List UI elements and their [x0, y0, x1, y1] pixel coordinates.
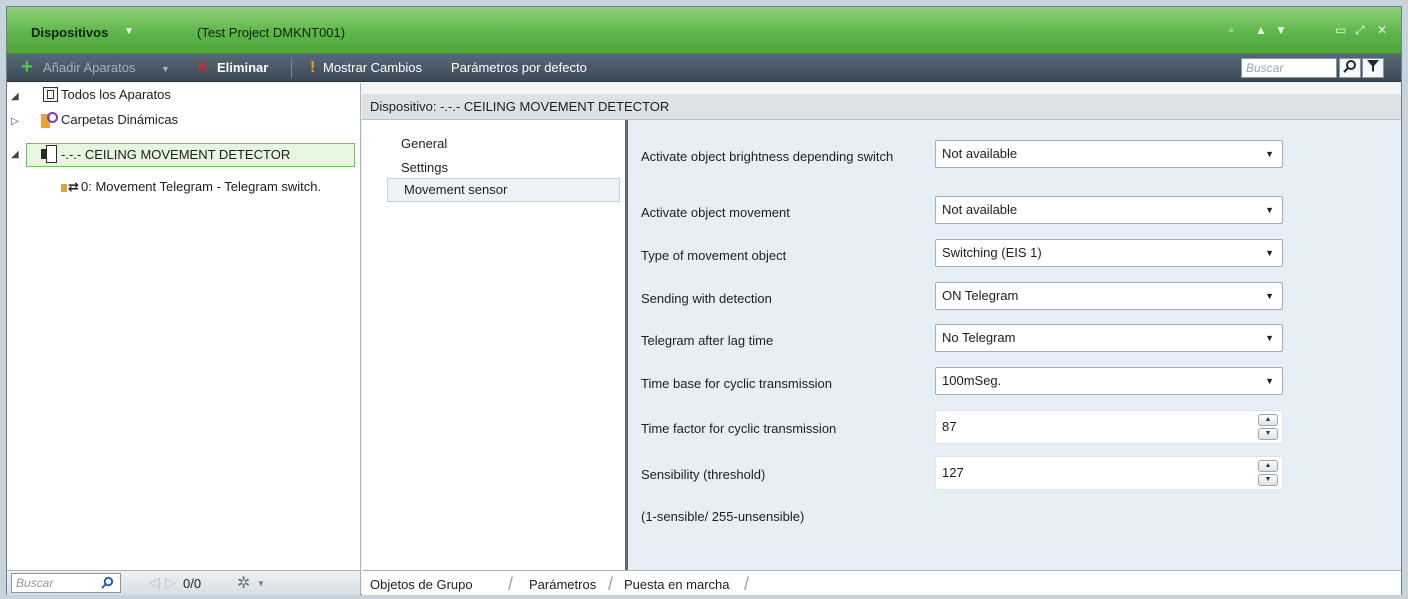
param-label: Time factor for cyclic transmission: [641, 421, 837, 436]
devices-window: Dispositivos ▼ (Test Project DMKNT001) ▫…: [6, 6, 1402, 595]
param-lag-telegram-select[interactable]: No Telegram ▼: [935, 324, 1283, 352]
select-value: Not available: [942, 202, 1018, 217]
select-value: Not available: [942, 146, 1018, 161]
stepper-buttons: ▲ ▼: [1258, 414, 1278, 442]
sensibility-note: (1-sensible/ 255-unsensible): [641, 509, 805, 524]
tab-divider: /: [508, 574, 514, 594]
project-name: (Test Project DMKNT001): [197, 25, 346, 40]
select-value: ON Telegram: [942, 288, 1019, 303]
stepper-value: 127: [942, 465, 964, 480]
arrow-down-icon[interactable]: ▼: [1275, 23, 1287, 37]
param-label: Telegram after lag time: [641, 333, 774, 348]
decrement-icon[interactable]: ▼: [1258, 474, 1278, 486]
chevron-down-icon: ▼: [1265, 149, 1274, 159]
add-dropdown-icon[interactable]: ▼: [161, 64, 170, 74]
delete-icon[interactable]: ✕: [195, 58, 209, 78]
chevron-down-icon: ▼: [1265, 376, 1274, 386]
expanded-triangle-icon[interactable]: ◢: [11, 149, 19, 160]
title-dropdown-icon[interactable]: ▼: [124, 26, 134, 37]
param-time-base-select[interactable]: 100mSeg. ▼: [935, 367, 1283, 395]
previous-icon[interactable]: ◁: [149, 574, 160, 591]
param-movement-type-select[interactable]: Switching (EIS 1) ▼: [935, 239, 1283, 267]
tree-bottom-bar: Buscar ◁ ▷ 0/0 ✲ ▼: [7, 570, 361, 595]
tree-item-label: 0: Movement Telegram - Telegram switch.: [81, 179, 322, 194]
param-label: Sensibility (threshold): [641, 467, 766, 482]
search-icon[interactable]: [1339, 58, 1361, 78]
gear-dropdown-icon[interactable]: ▼: [257, 579, 265, 588]
nav-item-settings[interactable]: Settings: [401, 160, 448, 175]
add-devices-button[interactable]: Añadir Aparatos: [43, 60, 136, 75]
tab-commissioning[interactable]: Puesta en marcha: [624, 577, 730, 592]
parameters-panel: Activate object brightness depending swi…: [628, 120, 1401, 570]
toolbar-divider: [291, 58, 292, 78]
param-sensibility-stepper[interactable]: 127 ▲ ▼: [935, 456, 1283, 490]
param-label: Activate object brightness depending swi…: [641, 149, 894, 164]
param-label: Type of movement object: [641, 248, 787, 263]
toolbar: + Añadir Aparatos ▼ ✕ Eliminar ! Mostrar…: [7, 54, 1401, 82]
param-label: Activate object movement: [641, 205, 790, 220]
stepper-buttons: ▲ ▼: [1258, 460, 1278, 488]
chevron-down-icon: ▼: [1265, 248, 1274, 258]
stepper-value: 87: [942, 419, 957, 434]
dynamic-folder-icon: [41, 112, 59, 128]
expand-icon[interactable]: ⤢: [1355, 23, 1365, 38]
restore-icon[interactable]: ▫: [1229, 23, 1233, 37]
group-object-icon: ⇄: [61, 179, 79, 195]
chevron-down-icon: ▼: [1265, 291, 1274, 301]
param-brightness-switch-select[interactable]: Not available ▼: [935, 140, 1283, 168]
parameter-nav: General Settings Movement sensor: [362, 120, 625, 570]
param-time-factor-stepper[interactable]: 87 ▲ ▼: [935, 410, 1283, 444]
select-value: 100mSeg.: [942, 373, 1002, 388]
chevron-down-icon: ▼: [1265, 333, 1274, 343]
select-value: Switching (EIS 1): [942, 245, 1042, 260]
exclamation-icon[interactable]: !: [310, 58, 315, 78]
expanded-triangle-icon[interactable]: ◢: [11, 91, 19, 102]
tab-divider: /: [744, 574, 750, 594]
decrement-icon[interactable]: ▼: [1258, 428, 1278, 440]
tree-item-label: -.-.- CEILING MOVEMENT DETECTOR: [61, 147, 291, 162]
device-tree: ◢ Todos los Aparatos ▷ Carpetas Dinámica…: [7, 83, 361, 570]
nav-item-movement-sensor[interactable]: Movement sensor: [404, 182, 507, 197]
next-icon[interactable]: ▷: [165, 574, 176, 591]
param-sending-detection-select[interactable]: ON Telegram ▼: [935, 282, 1283, 310]
default-parameters-button[interactable]: Parámetros por defecto: [451, 60, 587, 75]
bottom-tabs: Objetos de Grupo / Parámetros / Puesta e…: [362, 570, 1401, 595]
tree-item-label: Carpetas Dinámicas: [61, 112, 179, 127]
title-bar: Dispositivos ▼ (Test Project DMKNT001) ▫…: [7, 7, 1401, 54]
increment-icon[interactable]: ▲: [1258, 460, 1278, 472]
collapsed-triangle-icon[interactable]: ▷: [11, 116, 19, 127]
increment-icon[interactable]: ▲: [1258, 414, 1278, 426]
pager-count: 0/0: [183, 576, 202, 591]
param-label: Sending with detection: [641, 291, 772, 306]
gear-icon[interactable]: ✲: [237, 573, 250, 593]
close-icon[interactable]: ✕: [1377, 23, 1387, 37]
tab-group-objects[interactable]: Objetos de Grupo: [370, 577, 473, 592]
panel-title[interactable]: Dispositivos: [31, 25, 108, 40]
tab-divider: /: [608, 574, 614, 594]
plus-icon[interactable]: +: [21, 57, 33, 77]
param-label: Time base for cyclic transmission: [641, 376, 832, 391]
nav-item-general[interactable]: General: [401, 136, 447, 151]
param-movement-object-select[interactable]: Not available ▼: [935, 196, 1283, 224]
chevron-down-icon: ▼: [1265, 205, 1274, 215]
device-icon: [41, 145, 59, 163]
filter-icon[interactable]: [1362, 58, 1384, 78]
show-changes-button[interactable]: Mostrar Cambios: [323, 60, 422, 75]
tab-parameters[interactable]: Parámetros: [529, 577, 596, 592]
device-list-icon: [43, 87, 58, 102]
search-icon[interactable]: [101, 576, 114, 592]
toolbar-search-input[interactable]: Buscar: [1241, 58, 1337, 78]
delete-button[interactable]: Eliminar: [217, 60, 268, 75]
arrow-up-icon[interactable]: ▲: [1255, 23, 1267, 37]
device-header: Dispositivo: -.-.- CEILING MOVEMENT DETE…: [362, 94, 1401, 120]
tree-item-label: Todos los Aparatos: [61, 87, 171, 102]
select-value: No Telegram: [942, 330, 1016, 345]
dock-icon[interactable]: ▭: [1335, 23, 1346, 37]
